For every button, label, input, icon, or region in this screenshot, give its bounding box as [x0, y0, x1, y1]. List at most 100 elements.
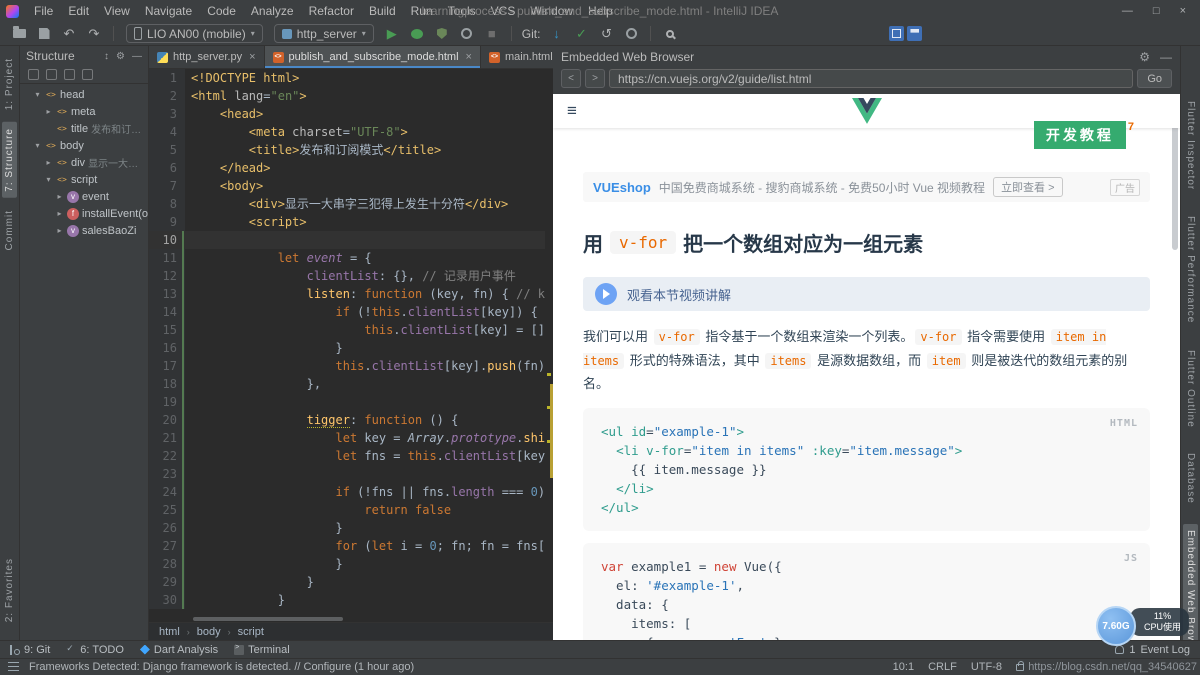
structure-node-body[interactable]: ▾ <> body	[20, 137, 148, 154]
code-line[interactable]: 20 tigger: function () {	[149, 411, 545, 429]
play-icon[interactable]	[595, 283, 617, 305]
structure-node-script[interactable]: ▾ <> script	[20, 171, 148, 188]
structure-node-head[interactable]: ▾ <> head	[20, 86, 148, 103]
menu-item-analyze[interactable]: Analyze	[244, 2, 301, 20]
device-selector[interactable]: LIO AN00 (mobile) ▾	[126, 24, 263, 43]
code-line[interactable]: 15 this.clientList[key] = []	[149, 321, 545, 339]
code-line[interactable]: 7 <body>	[149, 177, 545, 195]
code-editor[interactable]: 1 <!DOCTYPE html> 2 <html lang="en"> 3 <head…	[149, 69, 553, 622]
toolwindow-6-todo[interactable]: 6: TODO	[66, 643, 124, 656]
filter-icon[interactable]	[28, 69, 39, 80]
tool-button-commit[interactable]: Commit	[2, 204, 17, 256]
structure-node-div[interactable]: ▸ <> div显示一大串字三…	[20, 154, 148, 171]
code-line[interactable]: 4 <meta charset="UTF-8">	[149, 123, 545, 141]
code-line[interactable]: 16 }	[149, 339, 545, 357]
forward-button[interactable]: >	[585, 69, 605, 88]
lock-icon[interactable]	[1016, 661, 1024, 671]
structure-node-installevent-ob[interactable]: ▸ finstallEvent(ob…	[20, 205, 148, 222]
menu-item-edit[interactable]: Edit	[61, 2, 96, 20]
code-line[interactable]: 28 }	[149, 555, 545, 573]
menu-item-refactor[interactable]: Refactor	[302, 2, 361, 20]
memory-float-widget[interactable]: 7.60G	[1096, 606, 1136, 646]
coverage-button[interactable]	[431, 24, 453, 44]
collapse-all-icon[interactable]	[82, 69, 93, 80]
code-line[interactable]: 25 return false	[149, 501, 545, 519]
code-line[interactable]: 21 let key = Array.prototype.shift	[149, 429, 545, 447]
run-button[interactable]: ▶	[381, 24, 403, 44]
breadcrumb-script[interactable]: script	[238, 626, 264, 638]
code-line[interactable]: 10	[149, 231, 545, 249]
code-line[interactable]: 19	[149, 393, 545, 411]
git-commit-button[interactable]: ✓	[570, 24, 592, 44]
menu-item-navigate[interactable]: Navigate	[138, 2, 199, 20]
structure-node-meta[interactable]: ▸ <> meta	[20, 103, 148, 120]
code-line[interactable]: 14 if (!this.clientList[key]) {	[149, 303, 545, 321]
sort-icon[interactable]: ↕	[104, 51, 109, 62]
toolwindow-9-git[interactable]: 9: Git	[10, 644, 50, 656]
undo-button[interactable]: ↶	[58, 24, 80, 44]
group-icon[interactable]	[46, 69, 57, 80]
event-log-button[interactable]: 1 Event Log	[1115, 644, 1190, 656]
save-button[interactable]	[33, 24, 55, 44]
code-line[interactable]: 22 let fns = this.clientList[key]	[149, 447, 545, 465]
close-icon[interactable]: ×	[466, 51, 472, 63]
maximize-button[interactable]: □	[1153, 5, 1160, 17]
structure-node-event[interactable]: ▸ v event	[20, 188, 148, 205]
status-message[interactable]: Frameworks Detected: Django framework is…	[29, 661, 414, 673]
tool-button-1-project[interactable]: 1: Project	[2, 52, 17, 116]
url-input[interactable]	[609, 69, 1134, 88]
toolwindow-switcher-icon[interactable]	[8, 661, 19, 673]
toolwindow-terminal[interactable]: Terminal	[234, 644, 290, 656]
horizontal-scrollbar[interactable]	[193, 617, 343, 621]
go-button[interactable]: Go	[1137, 69, 1172, 88]
code-line[interactable]: 29 }	[149, 573, 545, 591]
video-link-box[interactable]: 观看本节视频讲解	[583, 277, 1150, 311]
tool-button-flutter-inspector[interactable]: Flutter Inspector	[1183, 95, 1198, 196]
code-line[interactable]: 1 <!DOCTYPE html>	[149, 69, 545, 87]
ime-indicator-2[interactable]	[907, 26, 923, 41]
code-line[interactable]: 26 }	[149, 519, 545, 537]
hide-icon[interactable]: —	[1160, 50, 1172, 64]
breadcrumb-body[interactable]: body	[197, 626, 221, 638]
code-line[interactable]: 8 <div>显示一大串字三犯得上发生十分符</div>	[149, 195, 545, 213]
code-line[interactable]: 27 for (let i = 0; fn; fn = fns[i+	[149, 537, 545, 555]
hide-icon[interactable]: —	[132, 51, 142, 62]
back-button[interactable]: <	[561, 69, 581, 88]
code-line[interactable]: 6 </head>	[149, 159, 545, 177]
caret-position[interactable]: 10:1	[893, 661, 914, 673]
encoding[interactable]: UTF-8	[971, 661, 1002, 673]
search-everywhere-button[interactable]	[659, 24, 681, 44]
warning-mark[interactable]	[547, 373, 551, 377]
hamburger-menu-icon[interactable]: ≡	[567, 101, 577, 121]
code-line[interactable]: 18 },	[149, 375, 545, 393]
editor-tab-main-html[interactable]: <>main.html×	[481, 46, 553, 68]
tool-button-2-favorites[interactable]: 2: Favorites	[2, 552, 17, 628]
ime-indicator-1[interactable]	[889, 26, 905, 41]
git-rollback-button[interactable]: ↺	[595, 24, 617, 44]
run-config-selector[interactable]: http_server ▾	[273, 24, 374, 43]
menu-item-view[interactable]: View	[97, 2, 137, 20]
git-update-button[interactable]: ↓	[545, 24, 567, 44]
gear-icon[interactable]: ⚙	[116, 51, 125, 62]
editor-tab-http-server-py[interactable]: http_server.py ×	[149, 46, 265, 68]
profiler-button[interactable]	[456, 24, 478, 44]
close-icon[interactable]: ×	[249, 51, 255, 63]
promo-badge[interactable]: 开发教程 7	[1033, 121, 1134, 149]
code-line[interactable]: 9 <script>	[149, 213, 545, 231]
code-line[interactable]: 30 }	[149, 591, 545, 609]
toolwindow-dart-analysis[interactable]: Dart Analysis	[139, 644, 218, 656]
structure-node-title[interactable]: <> title发布和订阅模式	[20, 120, 148, 137]
vue-logo[interactable]	[851, 98, 882, 124]
gear-icon[interactable]: ⚙	[1139, 50, 1150, 64]
code-line[interactable]: 17 this.clientList[key].push(fn);	[149, 357, 545, 375]
code-line[interactable]: 2 <html lang="en">	[149, 87, 545, 105]
minimize-button[interactable]: —	[1122, 5, 1133, 17]
ad-cta-button[interactable]: 立即查看 >	[993, 177, 1063, 197]
menu-item-file[interactable]: File	[27, 2, 60, 20]
menu-item-build[interactable]: Build	[362, 2, 403, 20]
tool-button-flutter-performance[interactable]: Flutter Performance	[1183, 210, 1198, 329]
code-line[interactable]: 3 <head>	[149, 105, 545, 123]
debug-button[interactable]	[406, 24, 428, 44]
code-line[interactable]: 24 if (!fns || fns.length === 0) {	[149, 483, 545, 501]
ad-banner[interactable]: VUEshop 中国免费商城系统 - 搜豹商城系统 - 免费50小时 Vue 视…	[583, 172, 1150, 202]
